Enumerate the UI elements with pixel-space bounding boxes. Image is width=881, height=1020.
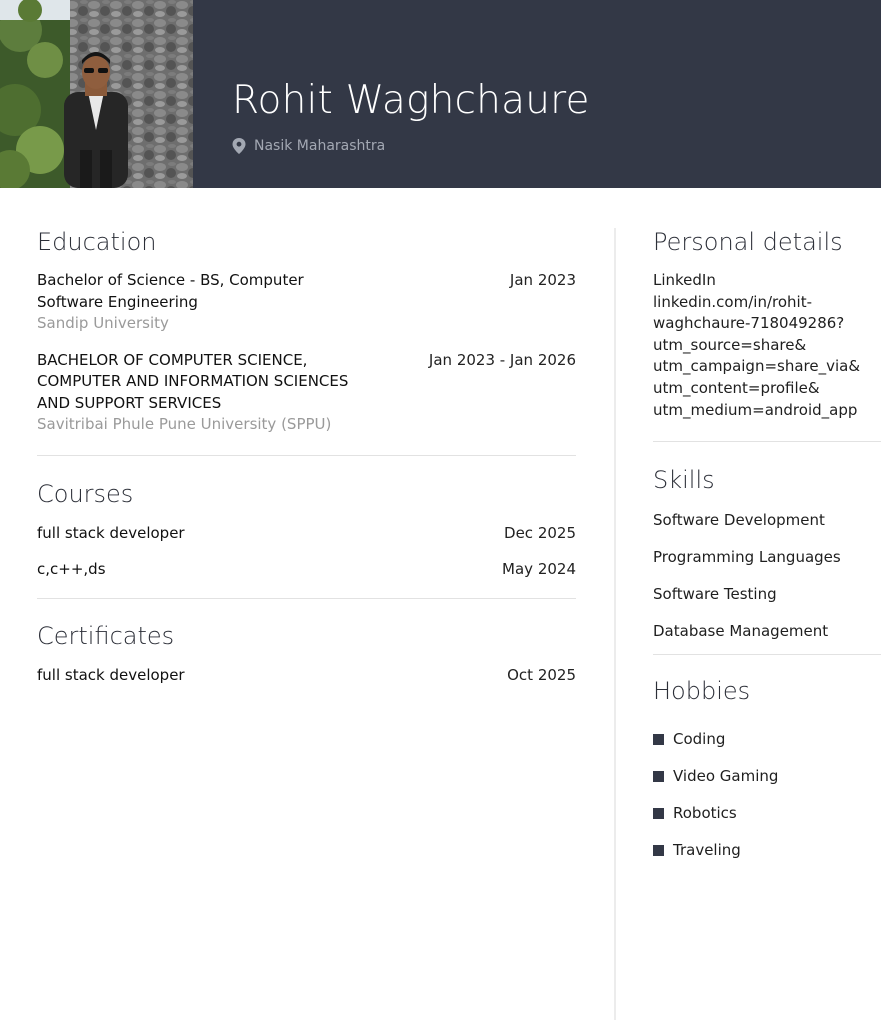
courses-section: Courses full stack developer Dec 2025 c,… xyxy=(37,480,576,581)
hobbies-section: Hobbies Coding Video Gaming Robotics Tra… xyxy=(653,677,881,869)
education-date: Jan 2023 - Jan 2026 xyxy=(428,350,576,369)
skills-section: Skills Software Development Programming … xyxy=(653,466,881,658)
section-divider xyxy=(653,654,881,656)
course-item: full stack developer Dec 2025 xyxy=(37,523,576,545)
skills-title: Skills xyxy=(653,466,715,495)
education-item: Bachelor of Science - BS, Computer Softw… xyxy=(37,270,576,335)
bullet-square-icon xyxy=(653,845,664,857)
profile-photo-illustration xyxy=(0,0,193,188)
education-section: Education Bachelor of Science - BS, Comp… xyxy=(37,228,576,436)
certificate-date: Oct 2025 xyxy=(507,665,576,684)
certificate-name: full stack developer xyxy=(37,665,185,684)
education-degree-line: Bachelor of Science - BS, Computer xyxy=(37,271,304,289)
education-item: BACHELOR OF COMPUTER SCIENCE, COMPUTER A… xyxy=(37,350,576,436)
linkedin-url-line[interactable]: waghchaure-718049286? xyxy=(653,313,881,335)
column-divider xyxy=(614,228,616,1020)
hobby-item: Robotics xyxy=(653,795,881,832)
course-item: c,c++,ds May 2024 xyxy=(37,559,576,581)
linkedin-url-line[interactable]: utm_source=share& xyxy=(653,335,881,357)
education-title: Education xyxy=(37,228,157,256)
bullet-square-icon xyxy=(653,808,664,820)
section-divider xyxy=(653,441,881,443)
sidebar-column: Personal details LinkedIn linkedin.com/i… xyxy=(653,228,881,869)
bullet-square-icon xyxy=(653,771,664,783)
course-date: May 2024 xyxy=(502,560,576,578)
resume-header: Rohit Waghchaure Nasik Maharashtra xyxy=(0,0,881,188)
hobby-label: Coding xyxy=(673,730,726,749)
profile-photo xyxy=(0,0,193,188)
linkedin-url-line[interactable]: utm_medium=android_app xyxy=(653,400,881,422)
section-divider xyxy=(37,454,576,456)
section-divider xyxy=(37,597,576,599)
hobbies-title: Hobbies xyxy=(653,677,751,706)
hobby-item: Coding xyxy=(653,721,881,758)
courses-title: Courses xyxy=(37,479,134,508)
personal-details-section: Personal details LinkedIn linkedin.com/i… xyxy=(653,228,881,421)
map-pin-icon xyxy=(232,138,246,154)
linkedin-url-line[interactable]: linkedin.com/in/rohit- xyxy=(653,292,881,314)
course-date: Dec 2025 xyxy=(504,523,576,542)
hobby-label: Robotics xyxy=(673,804,737,823)
linkedin-url-line[interactable]: utm_content=profile& xyxy=(653,378,881,400)
education-school: Sandip University xyxy=(37,314,169,332)
education-school: Savitribai Phule Pune University (SPPU) xyxy=(37,415,332,433)
person-name: Rohit Waghchaure xyxy=(232,78,590,123)
certificates-section: Certificates full stack developer Oct 20… xyxy=(37,622,576,687)
personal-details-title: Personal details xyxy=(653,228,843,256)
course-name: full stack developer xyxy=(37,523,185,542)
hobby-item: Traveling xyxy=(653,832,881,869)
education-degree-line: AND SUPPORT SERVICES xyxy=(37,393,222,412)
education-degree-line: BACHELOR OF COMPUTER SCIENCE, xyxy=(37,350,308,369)
hobby-item: Video Gaming xyxy=(653,758,881,795)
certificate-item: full stack developer Oct 2025 xyxy=(37,665,576,687)
location-text: Nasik Maharashtra xyxy=(254,138,386,154)
linkedin-label: LinkedIn xyxy=(653,271,716,289)
skill-item: Programming Languages xyxy=(653,548,841,567)
course-name: c,c++,ds xyxy=(37,560,106,578)
education-degree-line: Software Engineering xyxy=(37,292,198,311)
main-column: Education Bachelor of Science - BS, Comp… xyxy=(37,228,576,686)
bullet-square-icon xyxy=(653,734,664,746)
location: Nasik Maharashtra xyxy=(232,138,385,154)
skill-item: Database Management xyxy=(653,622,829,641)
hobby-label: Traveling xyxy=(673,841,741,860)
hobby-label: Video Gaming xyxy=(673,767,779,786)
education-degree-line: COMPUTER AND INFORMATION SCIENCES xyxy=(37,372,349,390)
linkedin-url-line[interactable]: utm_campaign=share_via& xyxy=(653,356,881,378)
skill-item: Software Development xyxy=(653,511,825,530)
skill-item: Software Testing xyxy=(653,585,777,604)
certificates-title: Certificates xyxy=(37,621,175,650)
education-date: Jan 2023 xyxy=(509,271,576,289)
